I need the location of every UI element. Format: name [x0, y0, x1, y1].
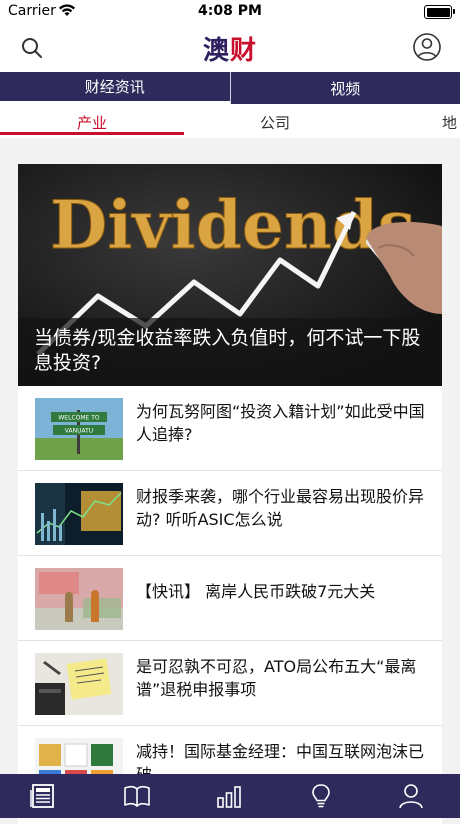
- news-item[interactable]: WELCOME TO VANUATU 为何瓦努阿图“投资入籍计划”如此受中国人追…: [18, 386, 442, 471]
- news-thumbnail: [35, 653, 123, 715]
- app-header: 澳财: [0, 24, 460, 72]
- category-tab-company[interactable]: 公司: [260, 112, 290, 133]
- news-item[interactable]: 财报季来袭，哪个行业最容易出现股价异动? 听听ASIC怎么说: [18, 471, 442, 556]
- svg-text:WELCOME TO: WELCOME TO: [58, 415, 100, 422]
- news-item[interactable]: 【快讯】 离岸人民币跌破7元大关: [18, 556, 442, 641]
- status-bar: Carrier 4:08 PM: [0, 0, 460, 24]
- top-tabs: 财经资讯 视频: [0, 72, 460, 104]
- svg-text:VANUATU: VANUATU: [65, 428, 93, 435]
- category-tab-region[interactable]: 地: [442, 112, 457, 133]
- news-thumbnail: [35, 483, 123, 545]
- featured-article[interactable]: Dividends 当债券/现金收益率跌入负值时，何不试一下股息投资?: [18, 164, 442, 386]
- news-thumbnail: [35, 568, 123, 630]
- bar-chart-icon[interactable]: [214, 782, 244, 810]
- lightbulb-icon[interactable]: [306, 782, 336, 810]
- tab-finance-news[interactable]: 财经资讯: [0, 72, 230, 104]
- news-feed[interactable]: Dividends 当债券/现金收益率跌入负值时，何不试一下股息投资? WELC…: [18, 164, 442, 824]
- status-time: 4:08 PM: [0, 3, 460, 19]
- user-icon[interactable]: [396, 782, 426, 810]
- app-logo: 澳财: [0, 30, 460, 67]
- news-title: 财报季来袭，哪个行业最容易出现股价异动? 听听ASIC怎么说: [136, 485, 426, 531]
- tab-video[interactable]: 视频: [231, 72, 460, 104]
- featured-article-title: 当债券/现金收益率跌入负值时，何不试一下股息投资?: [18, 318, 442, 386]
- news-thumbnail: WELCOME TO VANUATU: [35, 398, 123, 460]
- news-item[interactable]: 是可忍孰不可忍，ATO局公布五大“最离谱”退税申报事项: [18, 641, 442, 726]
- category-active-indicator: [0, 132, 184, 135]
- newspaper-icon[interactable]: [28, 782, 58, 810]
- dividends-text: Dividends: [50, 186, 415, 264]
- battery-icon: [424, 5, 452, 19]
- category-tab-industry[interactable]: 产业: [77, 112, 107, 133]
- news-title: 是可忍孰不可忍，ATO局公布五大“最离谱”退税申报事项: [136, 655, 426, 701]
- news-title: 为何瓦努阿图“投资入籍计划”如此受中国人追捧?: [136, 400, 426, 446]
- bottom-nav: [0, 774, 460, 818]
- news-title: 【快讯】 离岸人民币跌破7元大关: [136, 580, 426, 603]
- book-icon[interactable]: [122, 782, 152, 810]
- profile-icon[interactable]: [412, 32, 442, 62]
